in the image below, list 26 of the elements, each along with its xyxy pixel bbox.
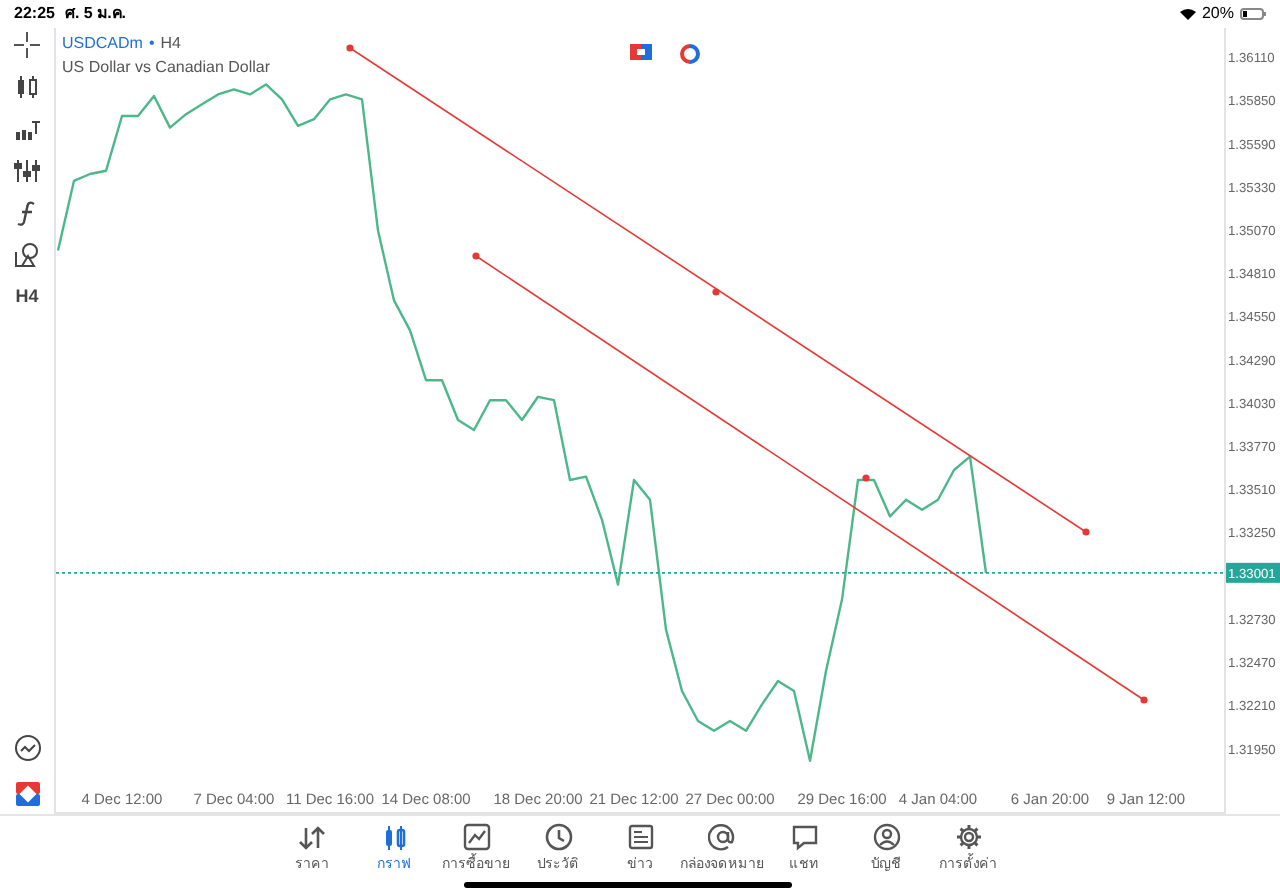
separator-dot: • [148,32,155,56]
chart-search-icon[interactable] [13,734,41,762]
settings-icon [953,822,983,852]
sliders-icon[interactable] [14,158,40,184]
trade-icon[interactable] [630,44,652,60]
battery-percent: 20% [1201,2,1234,26]
battery-icon [1240,8,1266,20]
at-sign-icon [707,822,737,852]
app-logo-icon[interactable] [15,782,39,806]
arrows-icon [297,822,327,852]
symbol-description: US Dollar vs Canadian Dollar [62,56,271,80]
candlestick-icon[interactable] [14,74,40,100]
newspaper-icon [625,822,655,852]
person-icon [871,822,901,852]
wifi-icon [1179,8,1196,20]
line-chart-icon [461,822,491,852]
status-date: ศ. 5 ม.ค. [64,2,127,26]
function-icon[interactable] [14,200,40,226]
status-time: 22:25 [14,2,55,26]
timeframe-button[interactable]: H4 [15,284,39,311]
shapes-icon[interactable] [14,242,40,268]
indicators-icon[interactable] [14,116,40,142]
symbol-name: USDCADm [62,32,143,56]
timeframe-label: H4 [160,32,181,56]
chat-bubble-icon [789,822,819,852]
crosshair-icon[interactable] [14,32,40,58]
